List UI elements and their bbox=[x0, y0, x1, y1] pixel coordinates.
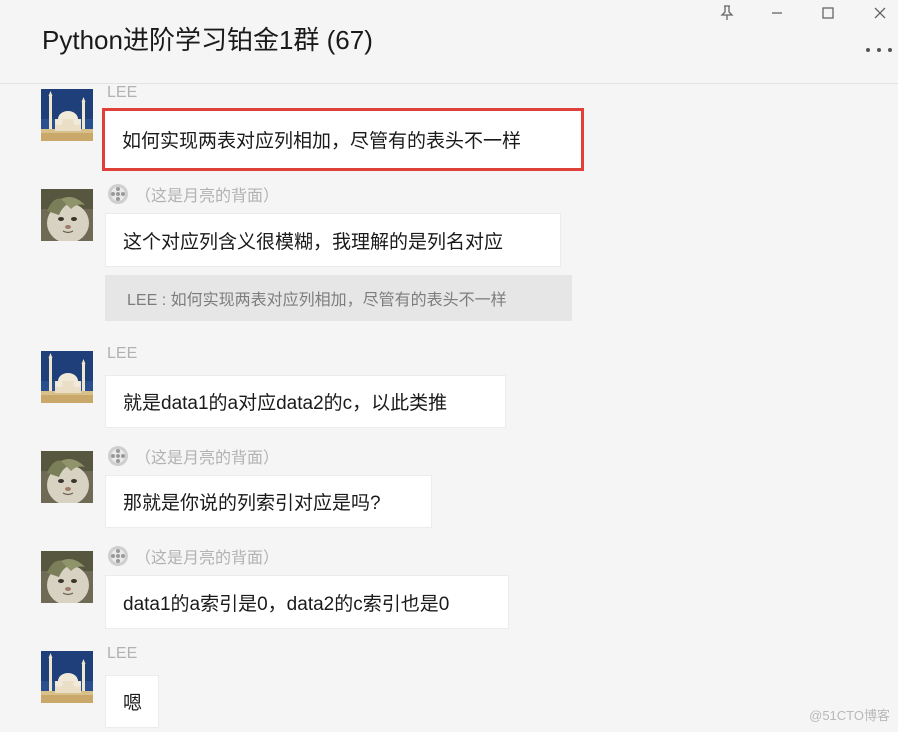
message-bubble[interactable]: 嗯 bbox=[105, 675, 159, 728]
quoted-reply[interactable]: LEE : 如何实现两表对应列相加，尽管有的表头不一样 bbox=[105, 275, 572, 321]
sender-name: LEE bbox=[107, 84, 138, 101]
mosque-avatar[interactable] bbox=[41, 651, 93, 703]
member-badge-icon bbox=[107, 545, 129, 567]
sender-name: LEE bbox=[107, 345, 138, 362]
pin-icon[interactable] bbox=[714, 2, 740, 24]
cat-avatar[interactable] bbox=[41, 189, 93, 241]
message-bubble[interactable]: 如何实现两表对应列相加，尽管有的表头不一样 bbox=[102, 108, 584, 171]
maximize-icon[interactable] bbox=[815, 2, 841, 24]
message-bubble[interactable]: 那就是你说的列索引对应是吗? bbox=[105, 475, 432, 528]
chat-header: Python进阶学习铂金1群 (67) bbox=[0, 0, 898, 84]
more-dots-icon[interactable] bbox=[864, 42, 894, 58]
sender-name: LEE bbox=[107, 645, 138, 662]
minimize-icon[interactable] bbox=[764, 2, 790, 24]
chat-title: Python进阶学习铂金1群 (67) bbox=[42, 25, 373, 55]
message-bubble[interactable]: data1的a索引是0，data2的c索引也是0 bbox=[105, 575, 509, 629]
message-bubble[interactable]: 这个对应列含义很模糊，我理解的是列名对应 bbox=[105, 213, 561, 267]
sender-name: （这是月亮的背面） bbox=[107, 544, 279, 568]
sender-label: （这是月亮的背面） bbox=[135, 450, 280, 467]
mosque-avatar[interactable] bbox=[41, 89, 93, 141]
sender-name: （这是月亮的背面） bbox=[107, 182, 279, 206]
member-badge-icon bbox=[107, 183, 129, 205]
watermark: @51CTO博客 bbox=[809, 708, 890, 723]
mosque-avatar[interactable] bbox=[41, 351, 93, 403]
cat-avatar[interactable] bbox=[41, 451, 93, 503]
sender-label: （这是月亮的背面） bbox=[135, 550, 280, 567]
close-icon[interactable] bbox=[867, 2, 893, 24]
sender-label: （这是月亮的背面） bbox=[135, 188, 280, 205]
sender-name: （这是月亮的背面） bbox=[107, 444, 279, 468]
cat-avatar[interactable] bbox=[41, 551, 93, 603]
message-bubble[interactable]: 就是data1的a对应data2的c，以此类推 bbox=[105, 375, 506, 428]
member-badge-icon bbox=[107, 445, 129, 467]
